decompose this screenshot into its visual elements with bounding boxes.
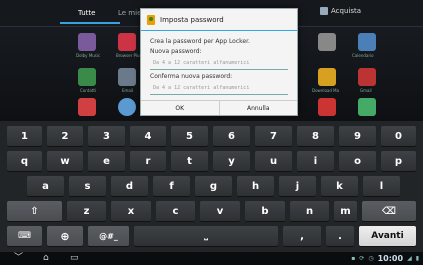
key-u[interactable]: u — [255, 151, 292, 171]
key-h[interactable]: h — [237, 176, 274, 196]
key-j[interactable]: j — [279, 176, 316, 196]
key-5[interactable]: 5 — [171, 126, 208, 146]
key-i[interactable]: i — [297, 151, 334, 171]
key-s[interactable]: s — [69, 176, 106, 196]
key-k[interactable]: k — [321, 176, 358, 196]
key-y[interactable]: y — [213, 151, 250, 171]
home-icon[interactable]: ⌂ — [43, 254, 49, 263]
app-icon[interactable] — [358, 98, 376, 116]
app-icon[interactable] — [358, 68, 376, 86]
app-icon[interactable] — [78, 68, 96, 86]
recent-apps-icon[interactable]: ▭ — [70, 254, 79, 263]
keyboard-switch-key[interactable]: ⌨ — [7, 226, 42, 246]
key-l[interactable]: l — [363, 176, 400, 196]
battery-icon: ▮ — [415, 255, 419, 262]
tab-mine[interactable]: Le mie — [118, 9, 141, 17]
on-screen-keyboard: 1 2 3 4 5 6 7 8 9 0 q w e r t y u i o p … — [0, 121, 423, 252]
sync-icon: ⟳ — [359, 255, 365, 262]
talk-icon[interactable] — [118, 98, 136, 116]
tab-all[interactable]: Tutte — [78, 9, 95, 17]
active-tab-indicator — [60, 22, 120, 24]
globe-icon[interactable]: ⊕ — [47, 226, 83, 246]
app-label: Email — [122, 88, 134, 93]
app-icon[interactable] — [318, 33, 336, 51]
new-password-field[interactable]: Da 4 a 12 caratteri alfanumerici — [150, 58, 288, 70]
key-v[interactable]: v — [200, 201, 240, 221]
gmail-icon[interactable] — [78, 98, 96, 116]
key-t[interactable]: t — [171, 151, 208, 171]
shift-key[interactable]: ⇧ — [7, 201, 62, 221]
app-label: Calendario — [352, 53, 374, 58]
app-locker-icon — [147, 14, 155, 25]
app-label: Dolby Music — [76, 53, 101, 58]
ok-button[interactable]: OK — [141, 101, 219, 115]
key-e[interactable]: e — [88, 151, 125, 171]
key-2[interactable]: 2 — [47, 126, 83, 146]
wifi-icon: ◢ — [407, 255, 412, 262]
app-icon[interactable] — [78, 33, 96, 51]
backspace-key[interactable]: ⌫ — [362, 201, 416, 221]
store-label: Acquista — [331, 7, 362, 15]
comma-key[interactable]: , — [283, 226, 321, 246]
key-8[interactable]: 8 — [297, 126, 334, 146]
key-d[interactable]: d — [111, 176, 148, 196]
app-label: Download Ma — [312, 88, 340, 93]
key-3[interactable]: 3 — [88, 126, 125, 146]
app-icon[interactable] — [118, 33, 136, 51]
key-w[interactable]: w — [47, 151, 83, 171]
app-label: Browser Plus — [116, 53, 142, 58]
app-icon[interactable] — [358, 33, 376, 51]
app-label: Gmail — [360, 88, 372, 93]
cancel-button[interactable]: Annulla — [218, 101, 298, 115]
key-o[interactable]: o — [339, 151, 376, 171]
key-m[interactable]: m — [334, 201, 357, 221]
enter-key[interactable]: Avanti — [359, 226, 416, 246]
clock: 10:00 — [377, 254, 404, 263]
key-p[interactable]: p — [381, 151, 416, 171]
store-button[interactable]: Acquista — [320, 7, 361, 15]
dialog-title: Imposta password — [160, 15, 224, 24]
app-icon[interactable] — [318, 68, 336, 86]
system-navbar: ﹀ ⌂ ▭ ▪ ⟳ ◷ 10:00 ◢ ▮ — [0, 252, 423, 265]
key-f[interactable]: f — [153, 176, 190, 196]
confirm-password-field[interactable]: Da 4 a 12 caratteri alfanumerici — [150, 83, 288, 95]
period-key[interactable]: . — [326, 226, 354, 246]
app-icon[interactable] — [318, 98, 336, 116]
key-r[interactable]: r — [130, 151, 166, 171]
back-icon[interactable]: ﹀ — [14, 254, 23, 263]
dialog-instruction: Crea la password per App Locker. — [150, 38, 250, 45]
key-7[interactable]: 7 — [255, 126, 292, 146]
dialog-header: Imposta password — [141, 9, 297, 31]
app-icon[interactable] — [118, 68, 136, 86]
confirm-password-label: Conferma nuova password: — [150, 73, 233, 80]
key-g[interactable]: g — [195, 176, 232, 196]
key-n[interactable]: n — [290, 201, 329, 221]
key-x[interactable]: x — [111, 201, 151, 221]
usb-icon: ▪ — [351, 255, 356, 262]
status-area[interactable]: ▪ ⟳ ◷ 10:00 ◢ ▮ — [351, 254, 419, 263]
key-q[interactable]: q — [7, 151, 42, 171]
key-6[interactable]: 6 — [213, 126, 250, 146]
key-0[interactable]: 0 — [381, 126, 416, 146]
key-b[interactable]: b — [245, 201, 285, 221]
symbols-key[interactable]: @#_ — [88, 226, 129, 246]
new-password-label: Nuova password: — [150, 48, 202, 55]
key-a[interactable]: a — [27, 176, 64, 196]
store-icon — [320, 7, 328, 15]
key-4[interactable]: 4 — [130, 126, 166, 146]
set-password-dialog: Imposta password Crea la password per Ap… — [140, 8, 298, 116]
key-9[interactable]: 9 — [339, 126, 376, 146]
space-key[interactable]: ⎵ — [134, 226, 278, 246]
key-1[interactable]: 1 — [7, 126, 42, 146]
alarm-icon: ◷ — [368, 255, 374, 262]
key-z[interactable]: z — [67, 201, 106, 221]
key-c[interactable]: c — [156, 201, 195, 221]
app-label: Contatti — [80, 88, 97, 93]
